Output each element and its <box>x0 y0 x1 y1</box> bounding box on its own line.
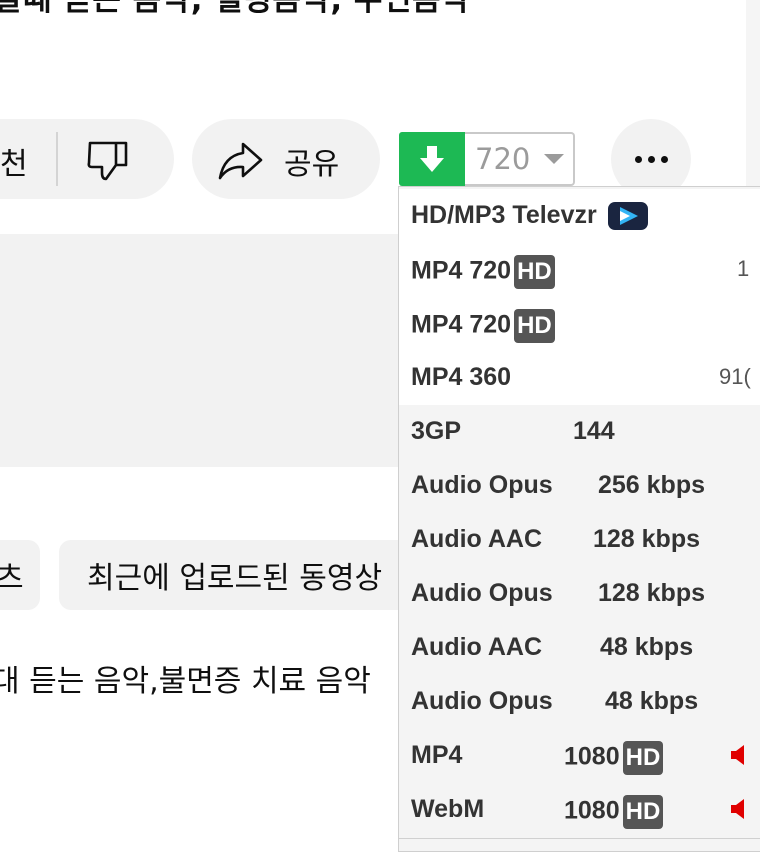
like-count-label[interactable]: 천 <box>0 139 28 183</box>
share-label: 공유 <box>284 147 340 182</box>
download-button[interactable] <box>399 132 465 186</box>
quality-label: 128 kbps <box>598 579 706 607</box>
divider <box>399 838 760 839</box>
format-label: Audio Opus <box>411 471 553 499</box>
more-dot-icon <box>647 155 655 163</box>
menu-item[interactable]: MP4 720 HD 1 <box>399 243 760 297</box>
televzr-icon <box>607 202 648 231</box>
menu-item-format: Audio AAC <box>411 525 542 554</box>
like-dislike-group: 천 <box>0 119 174 199</box>
menu-item-quality: 128 kbps <box>598 579 705 608</box>
divider <box>56 132 58 186</box>
format-label: Audio Opus <box>411 579 553 607</box>
menu-item-quality: 128 kbps <box>593 525 700 554</box>
menu-item-size: 1 <box>737 256 750 281</box>
menu-item[interactable]: MP4 720 HD <box>399 297 760 351</box>
format-label: MP4 <box>411 741 463 769</box>
mute-icon <box>731 745 744 765</box>
download-format-menu: HD/MP3 Televzr MP4 720 HD 1 MP4 720 HD MP4 360… <box>398 186 760 852</box>
menu-item-size: 91( <box>719 364 751 389</box>
format-label: WebM <box>411 795 485 823</box>
menu-item-format: WebM <box>411 795 484 824</box>
format-label: Audio Opus <box>411 687 553 715</box>
download-arrow-icon <box>420 146 444 172</box>
chevron-down-icon <box>544 154 565 164</box>
menu-item-quality: 256 kbps <box>598 471 705 500</box>
hd-badge: HD <box>622 795 664 829</box>
chip[interactable]: 츠 <box>0 540 40 610</box>
hd-badge: HD <box>514 255 555 289</box>
menu-item[interactable]: Audio Opus 48 kbps <box>399 675 760 729</box>
thumbs-down-icon[interactable] <box>86 137 132 183</box>
menu-item-format: HD/MP3 Televzr <box>411 201 649 231</box>
menu-item-format: 3GP <box>411 417 461 446</box>
menu-item[interactable]: 3GP 144 <box>399 405 760 459</box>
format-label: MP4 720 <box>411 256 512 285</box>
quality-label: 256 kbps <box>598 471 706 499</box>
menu-item-format: Audio Opus <box>411 579 553 608</box>
hd-badge: HD <box>514 309 555 343</box>
menu-item-quality: 144 <box>573 417 615 446</box>
menu-item[interactable]: Audio Opus 128 kbps <box>399 567 760 621</box>
quality-label: 1080 <box>564 742 620 771</box>
menu-item-format: MP4 720 HD <box>411 255 555 289</box>
quality-label: 1080 <box>564 796 620 825</box>
page: 잘때 듣는 음악, 힐링음악, 수면음악 천 공유 720 츠 최근에 업로드된… <box>0 0 760 852</box>
menu-item-quality: 1080 HD <box>564 795 664 829</box>
video-title: 잘때 듣는 음악, 힐링음악, 수면음악 <box>0 0 471 18</box>
format-label: Audio AAC <box>411 525 542 553</box>
format-label: MP4 360 <box>411 363 512 391</box>
share-icon <box>218 142 263 180</box>
related-video-title[interactable]: 대 듣는 음악,불면증 치료 음악 <box>0 656 371 700</box>
menu-item[interactable]: Audio AAC 128 kbps <box>399 513 760 567</box>
format-label: Audio AAC <box>411 633 542 661</box>
more-dot-icon <box>634 155 642 163</box>
menu-item-format: Audio Opus <box>411 687 553 716</box>
menu-item[interactable]: HD/MP3 Televzr <box>399 189 760 243</box>
share-button[interactable]: 공유 <box>192 119 380 199</box>
quality-label: 48 kbps <box>600 633 694 661</box>
menu-item[interactable]: WebM 1080 HD <box>399 783 760 837</box>
format-label: HD/MP3 Televzr <box>411 201 597 229</box>
format-label: 3GP <box>411 417 462 445</box>
quality-label: 144 <box>573 417 615 445</box>
menu-item-format: Audio Opus <box>411 471 553 500</box>
menu-item-format: MP4 360 <box>411 363 511 392</box>
menu-item-quality: 48 kbps <box>600 633 693 662</box>
menu-item-format: Audio AAC <box>411 633 542 662</box>
hd-badge: HD <box>622 741 664 775</box>
quality-value: 720 <box>475 142 531 176</box>
menu-item-format: MP4 <box>411 741 462 770</box>
more-dot-icon <box>660 155 668 163</box>
quality-label: 48 kbps <box>605 687 699 715</box>
mute-icon <box>731 799 744 819</box>
menu-item-format: MP4 720 HD <box>411 309 555 343</box>
chip[interactable]: 최근에 업로드된 동영상 <box>59 540 419 610</box>
format-label: MP4 720 <box>411 310 512 339</box>
menu-item[interactable]: Audio AAC 48 kbps <box>399 621 760 675</box>
download-group: 720 <box>399 132 575 186</box>
menu-item[interactable]: MP4 1080 HD <box>399 729 760 783</box>
menu-item-quality: 48 kbps <box>605 687 698 716</box>
menu-item[interactable]: MP4 360 91( <box>399 351 760 405</box>
quality-select[interactable]: 720 <box>465 132 575 186</box>
menu-item-quality: 1080 HD <box>564 741 664 775</box>
quality-label: 128 kbps <box>593 525 701 553</box>
menu-item[interactable]: Audio Opus 256 kbps <box>399 459 760 513</box>
